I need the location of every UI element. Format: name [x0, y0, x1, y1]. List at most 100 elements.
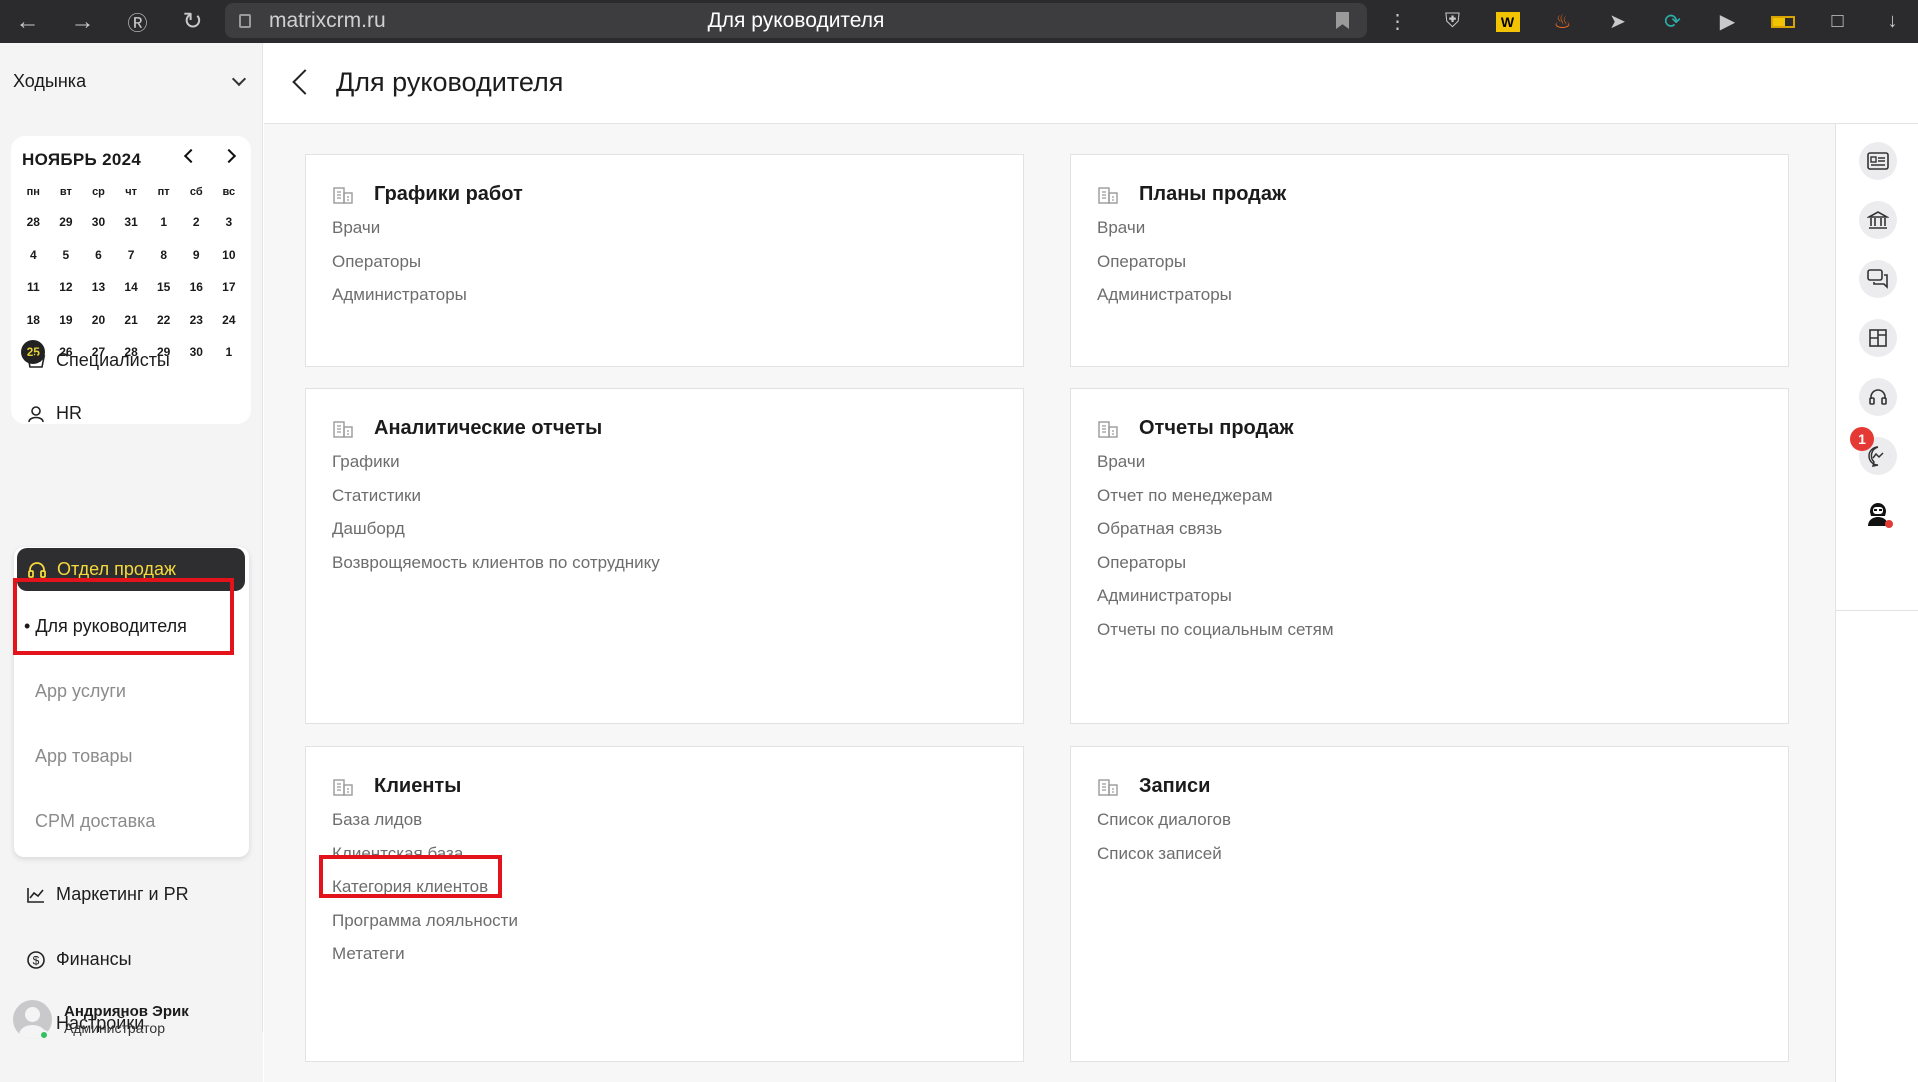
card-link[interactable]: Статистики [332, 486, 421, 506]
submenu-app-services[interactable]: App услуги [35, 681, 126, 702]
mini-calendar: НОЯБРЬ 2024 пн вт ср чт пт сб вс 28 29 30 31 1 2 3 4 5 6… [11, 136, 251, 424]
calendar-day-number: 20 [91, 312, 106, 327]
card-link[interactable]: Дашборд [332, 519, 405, 539]
card-link[interactable]: Обратная связь [1097, 519, 1222, 539]
card-link[interactable]: Администраторы [1097, 586, 1232, 606]
calendar-day[interactable]: 20 [82, 304, 115, 337]
calendar-day[interactable]: 23 [180, 304, 213, 337]
card-link[interactable]: Врачи [1097, 452, 1145, 472]
reload-icon[interactable]: ↻ [165, 0, 220, 43]
card-link[interactable]: Программа лояльности [332, 911, 518, 931]
calendar-day[interactable]: 22 [147, 304, 180, 337]
nav-label: Маркетинг и PR [56, 884, 189, 904]
card-link[interactable]: Отчет по менеджерам [1097, 486, 1273, 506]
calendar-day-number: 28 [26, 215, 40, 229]
rocket-icon[interactable]: ➤ [1590, 0, 1645, 43]
calendar-day[interactable]: 5 [50, 239, 83, 272]
calendar-day[interactable]: 12 [50, 271, 83, 304]
headset-support-icon[interactable] [1859, 378, 1897, 416]
calendar-weekday: чт [125, 186, 137, 198]
card-link[interactable]: Администраторы [1097, 285, 1232, 305]
calendar-day[interactable]: 30 [180, 336, 213, 369]
submenu-app-goods[interactable]: App товары [35, 746, 132, 767]
address-bar[interactable]: matrixcrm.ru Для руководителя [225, 3, 1367, 38]
calendar-day[interactable]: 1 [147, 206, 180, 239]
card-link[interactable]: Список диалогов [1097, 810, 1231, 830]
calendar-day-number: 8 [160, 247, 168, 262]
calendar-day[interactable]: 10 [213, 239, 246, 272]
card-link[interactable]: Администраторы [332, 285, 467, 305]
back-chevron-icon[interactable] [292, 69, 318, 95]
card-link[interactable]: Отчеты по социальным сетям [1097, 620, 1334, 640]
calendar-day[interactable]: 8 [147, 239, 180, 272]
card-link[interactable]: Операторы [1097, 252, 1186, 272]
yandex-icon[interactable]: Ⓡ [110, 0, 165, 43]
nav-hr[interactable]: HR [26, 403, 82, 424]
calendar-day[interactable]: 3 [213, 206, 246, 239]
flame-icon[interactable]: ♨ [1535, 0, 1590, 43]
calendar-day[interactable]: 6 [82, 239, 115, 272]
chat-icon[interactable] [1859, 260, 1897, 298]
card-link[interactable]: Возврощяемость клиентов по сотруднику [332, 553, 660, 573]
nav-marketing[interactable]: Маркетинг и PR [26, 884, 189, 905]
branch-label: Ходынка [13, 71, 87, 91]
card-link[interactable]: База лидов [332, 810, 422, 830]
calendar-weekday: вт [59, 186, 72, 198]
calendar-day[interactable]: 21 [115, 304, 148, 337]
calendar-day[interactable]: 19 [50, 304, 83, 337]
forward-arrow-icon[interactable]: → [55, 0, 110, 43]
calendar-day[interactable]: 11 [17, 271, 50, 304]
calendar-weekday: сб [189, 186, 203, 198]
card-link[interactable]: Графики [332, 452, 400, 472]
nav-specialists[interactable]: Специалисты [26, 350, 170, 371]
calendar-day[interactable]: 16 [180, 271, 213, 304]
bookmark-icon[interactable] [1336, 12, 1349, 29]
calendar-day[interactable]: 24 [213, 304, 246, 337]
calendar-next-button[interactable] [219, 146, 239, 166]
card-link[interactable]: Врачи [332, 218, 380, 238]
card-header: Планы продаж [1097, 183, 1286, 206]
messages-badge: 1 [1850, 427, 1874, 451]
clipboard-icon[interactable]: □ [1810, 0, 1865, 43]
calendar-day[interactable]: 2 [180, 206, 213, 239]
calendar-day[interactable]: 17 [213, 271, 246, 304]
back-arrow-icon[interactable]: ← [0, 0, 55, 43]
calendar-day[interactable]: 31 [115, 206, 148, 239]
page-title: Для руководителя [336, 67, 564, 97]
calendar-day[interactable]: 7 [115, 239, 148, 272]
calendar-prev-button[interactable] [181, 146, 201, 166]
building-icon [332, 777, 354, 797]
calendar-day[interactable]: 4 [17, 239, 50, 272]
calendar-day[interactable]: 15 [147, 271, 180, 304]
hacker-avatar-icon[interactable] [1861, 496, 1895, 530]
calendar-weekday: пт [157, 186, 170, 198]
calendar-day[interactable]: 13 [82, 271, 115, 304]
card-link[interactable]: Врачи [1097, 218, 1145, 238]
calendar-day[interactable]: 1 [213, 336, 246, 369]
bank-icon[interactable] [1859, 201, 1897, 239]
card-link[interactable]: Метатеги [332, 944, 405, 964]
id-card-icon[interactable] [1859, 142, 1897, 180]
calendar-day[interactable]: 28 [17, 206, 50, 239]
extension-w-icon[interactable]: W [1480, 0, 1535, 43]
card-link[interactable]: Список записей [1097, 844, 1222, 864]
branch-selector[interactable]: Ходынка [13, 71, 250, 92]
submenu-crm-delivery[interactable]: CPM доставка [35, 811, 155, 832]
sync-icon[interactable]: ⟳ [1645, 0, 1700, 43]
calendar-day[interactable]: 29 [50, 206, 83, 239]
building-icon [1097, 777, 1119, 797]
calendar-day[interactable]: 9 [180, 239, 213, 272]
calendar-day[interactable]: 14 [115, 271, 148, 304]
calendar-day-number: 22 [156, 312, 171, 327]
more-menu-icon[interactable]: ⋮ [1370, 0, 1425, 43]
shield-icon[interactable]: ⛨ [1425, 0, 1480, 43]
calendar-day[interactable]: 30 [82, 206, 115, 239]
card-link[interactable]: Операторы [1097, 553, 1186, 573]
calendar-day[interactable]: 18 [17, 304, 50, 337]
play-icon[interactable]: ▶ [1700, 0, 1755, 43]
battery-icon[interactable] [1755, 0, 1810, 43]
nav-finance[interactable]: $ Финансы [26, 949, 132, 970]
download-icon[interactable]: ↓ [1865, 0, 1918, 43]
layout-icon[interactable] [1859, 319, 1897, 357]
card-link[interactable]: Операторы [332, 252, 421, 272]
